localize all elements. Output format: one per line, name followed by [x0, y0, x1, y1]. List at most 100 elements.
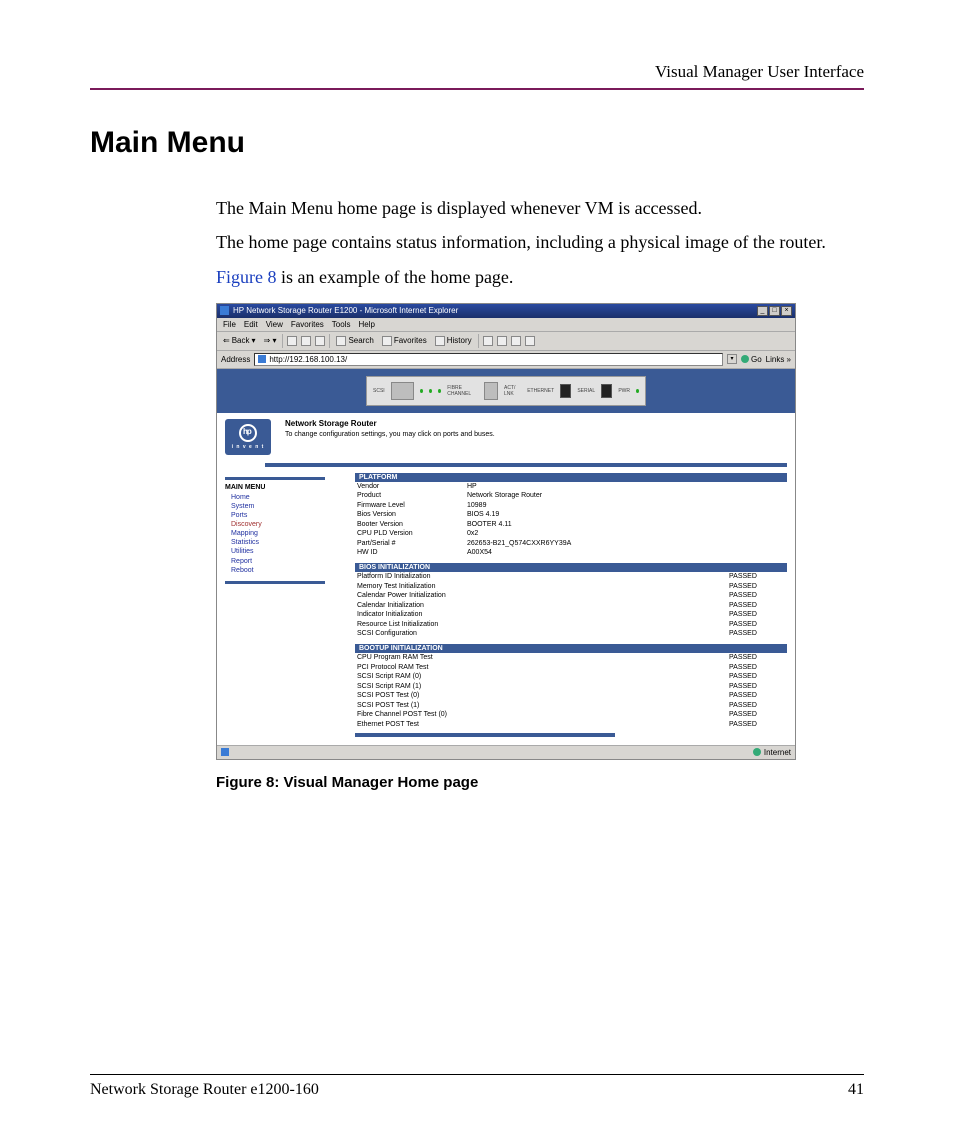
menu-help[interactable]: Help [358, 320, 374, 329]
row-value: PASSED [729, 620, 785, 629]
sidebar-item-utilities[interactable]: Utilities [231, 547, 335, 556]
menu-edit[interactable]: Edit [244, 320, 258, 329]
device-image[interactable]: SCSI FIBRE CHANNEL ACT/ LNK ETHERNET SER… [366, 376, 646, 406]
row-key: SCSI Configuration [357, 629, 729, 638]
menu-bar: File Edit View Favorites Tools Help [217, 318, 795, 332]
search-button[interactable]: Search [334, 336, 375, 346]
page-icon [221, 748, 229, 756]
row-value: A00X54 [467, 548, 785, 557]
footer-left: Network Storage Router e1200-160 [90, 1081, 319, 1099]
sidebar-item-mapping[interactable]: Mapping [231, 529, 335, 538]
led-2 [429, 389, 432, 393]
history-button[interactable]: History [433, 336, 474, 346]
menu-tools[interactable]: Tools [332, 320, 351, 329]
sidebar-item-statistics[interactable]: Statistics [231, 538, 335, 547]
figure-screenshot: HP Network Storage Router E1200 - Micros… [216, 303, 796, 760]
paragraph-3-tail: is an example of the home page. [277, 267, 514, 287]
kv-row: VendorHP [355, 482, 787, 491]
status-bar: Internet [217, 745, 795, 759]
product-title: Network Storage Router [285, 419, 495, 428]
refresh-icon[interactable] [301, 336, 311, 346]
running-header: Visual Manager User Interface [90, 62, 864, 82]
paragraph-2: The home page contains status informatio… [216, 230, 864, 254]
hp-logo-mark [239, 424, 257, 442]
print-icon[interactable] [497, 336, 507, 346]
row-value: PASSED [729, 572, 785, 581]
sidebar-item-reboot[interactable]: Reboot [231, 566, 335, 575]
go-icon [741, 355, 749, 363]
row-key: Firmware Level [357, 501, 467, 510]
row-key: Calendar Initialization [357, 601, 729, 610]
row-key: Indicator Initialization [357, 610, 729, 619]
discuss-icon[interactable] [525, 336, 535, 346]
row-key: HW ID [357, 548, 467, 557]
row-value: PASSED [729, 582, 785, 591]
row-key: Part/Serial # [357, 539, 467, 548]
scsi-label: SCSI [373, 388, 385, 394]
go-button[interactable]: Go [741, 355, 762, 364]
ethernet-port[interactable] [560, 384, 571, 398]
status-row: CPU Program RAM TestPASSED [355, 653, 787, 662]
page-icon [258, 355, 266, 363]
eth-label: ETHERNET [527, 388, 554, 394]
row-key: SCSI Script RAM (0) [357, 672, 729, 681]
maximize-button[interactable]: □ [769, 306, 780, 316]
product-subtitle: To change configuration settings, you ma… [285, 431, 495, 438]
status-row: Calendar InitializationPASSED [355, 601, 787, 610]
address-input[interactable]: http://192.168.100.13/ [254, 353, 723, 366]
address-dropdown[interactable]: ▾ [727, 354, 737, 364]
menu-file[interactable]: File [223, 320, 236, 329]
status-row: SCSI Script RAM (0)PASSED [355, 672, 787, 681]
row-value: BOOTER 4.11 [467, 520, 785, 529]
row-value: BIOS 4.19 [467, 510, 785, 519]
row-value: PASSED [729, 682, 785, 691]
sidebar-item-system[interactable]: System [231, 502, 335, 511]
figure-link[interactable]: Figure 8 [216, 267, 277, 287]
row-key: Product [357, 491, 467, 500]
device-image-band: SCSI FIBRE CHANNEL ACT/ LNK ETHERNET SER… [217, 369, 795, 413]
favorites-button[interactable]: Favorites [380, 336, 429, 346]
globe-icon [753, 748, 761, 756]
status-row: Calendar Power InitializationPASSED [355, 591, 787, 600]
status-row: SCSI Script RAM (1)PASSED [355, 682, 787, 691]
divider [225, 581, 325, 584]
fibre-slot[interactable] [484, 382, 498, 400]
scsi-slot[interactable] [391, 382, 414, 400]
serial-port[interactable] [601, 384, 612, 398]
hp-logo: i n v e n t [225, 419, 271, 455]
section-bios: BIOS INITIALIZATION [355, 563, 787, 572]
led-3 [438, 389, 441, 393]
divider [225, 477, 325, 480]
minimize-button[interactable]: _ [757, 306, 768, 316]
home-icon[interactable] [315, 336, 325, 346]
row-value: PASSED [729, 610, 785, 619]
menu-favorites[interactable]: Favorites [291, 320, 324, 329]
close-button[interactable]: × [781, 306, 792, 316]
page-footer: Network Storage Router e1200-160 41 [90, 1074, 864, 1099]
row-value: PASSED [729, 591, 785, 600]
stop-icon[interactable] [287, 336, 297, 346]
links-label[interactable]: Links » [766, 355, 791, 364]
section-boot: BOOTUP INITIALIZATION [355, 644, 787, 653]
mail-icon[interactable] [483, 336, 493, 346]
row-key: Resource List Initialization [357, 620, 729, 629]
sidebar-item-discovery[interactable]: Discovery [231, 520, 335, 529]
sidebar-item-ports[interactable]: Ports [231, 511, 335, 520]
menu-view[interactable]: View [266, 320, 283, 329]
back-button[interactable]: ⇐ Back ▾ [221, 336, 258, 345]
figure-caption: Figure 8: Visual Manager Home page [216, 774, 864, 791]
status-row: Resource List InitializationPASSED [355, 620, 787, 629]
kv-row: ProductNetwork Storage Router [355, 491, 787, 500]
pwr-led [636, 389, 639, 393]
forward-button[interactable]: ⇒ ▾ [262, 336, 279, 345]
row-value: PASSED [729, 629, 785, 638]
sidebar-item-report[interactable]: Report [231, 557, 335, 566]
pwr-label: PWR [618, 388, 630, 394]
separator [282, 334, 283, 348]
edit-icon[interactable] [511, 336, 521, 346]
row-value: 0x2 [467, 529, 785, 538]
sidebar-item-home[interactable]: Home [231, 493, 335, 502]
row-key: SCSI POST Test (0) [357, 691, 729, 700]
row-key: CPU Program RAM Test [357, 653, 729, 662]
ie-icon [220, 306, 229, 315]
